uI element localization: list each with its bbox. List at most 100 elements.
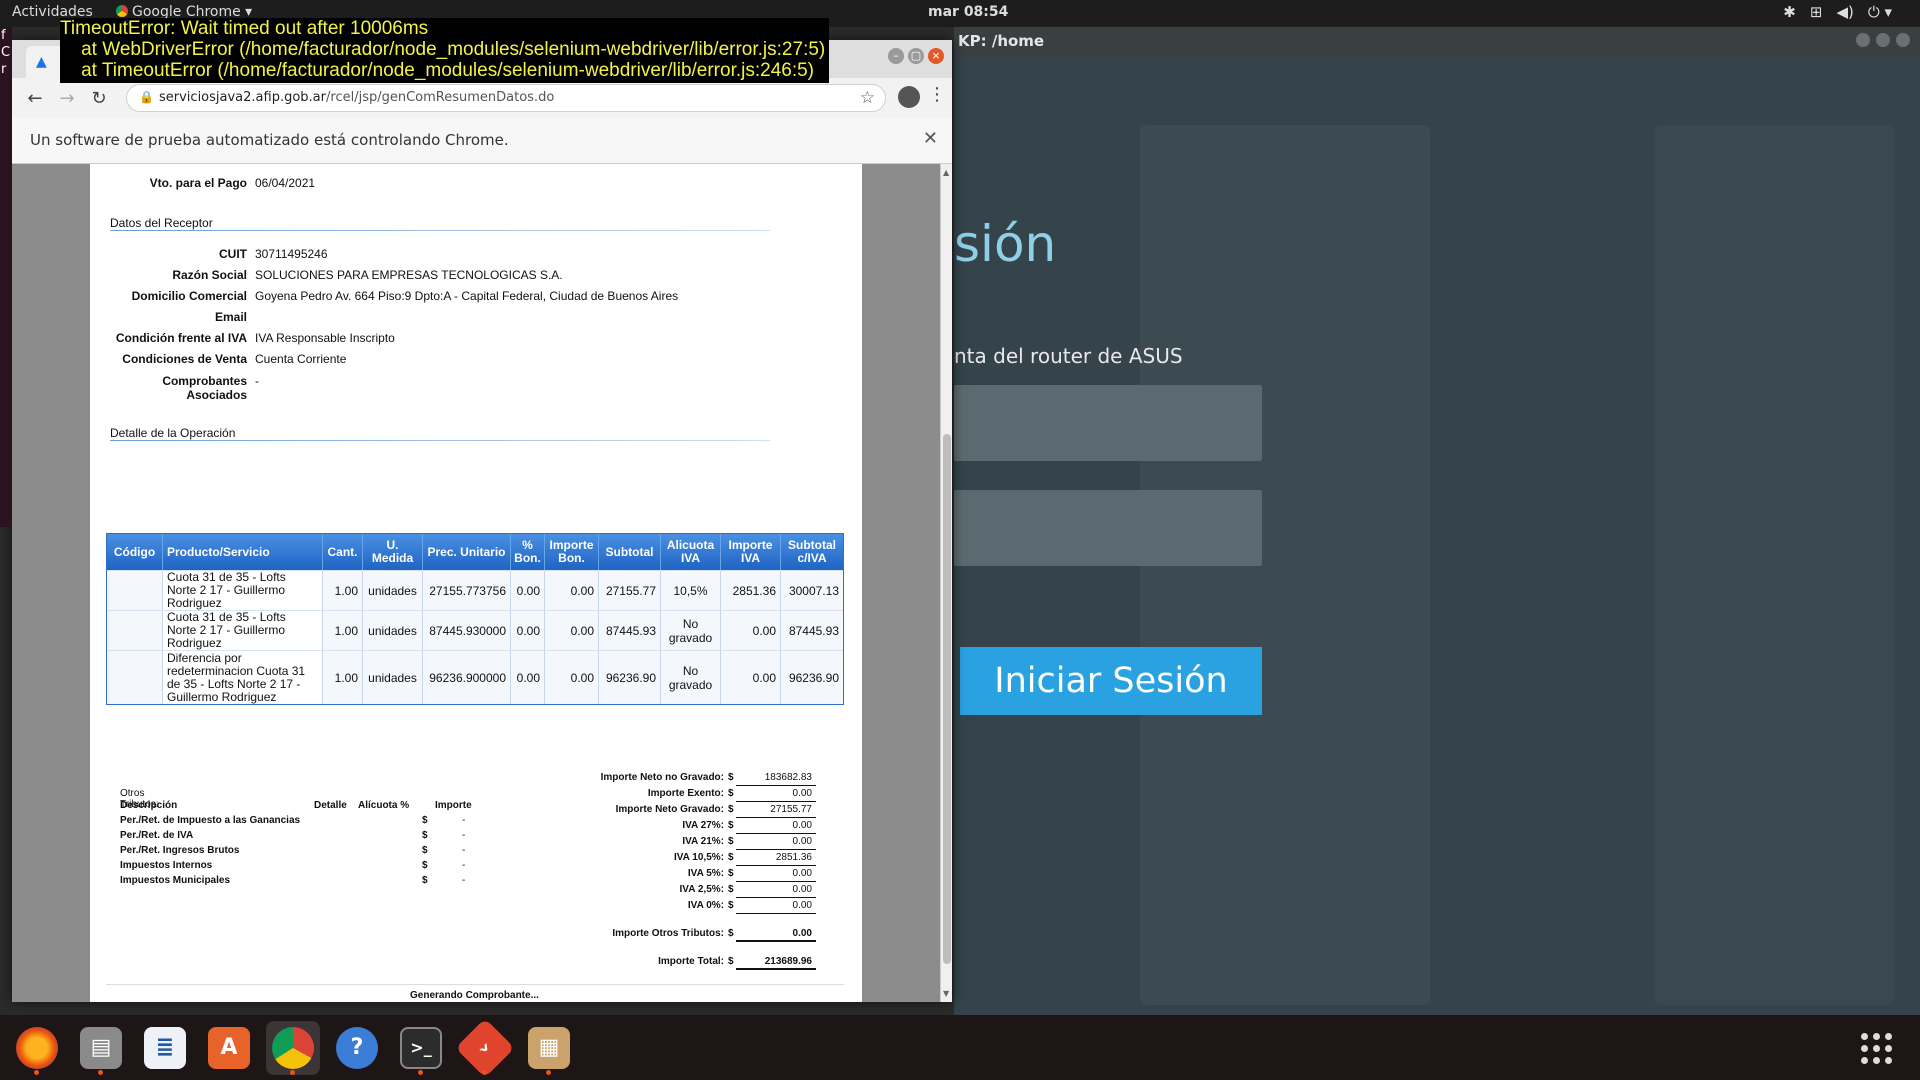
close-icon[interactable]: × (928, 48, 944, 64)
dock-chrome[interactable] (266, 1020, 320, 1075)
total-value: 0.00 (736, 820, 816, 834)
total-value: 0.00 (736, 788, 816, 802)
maximize-icon[interactable] (1876, 33, 1890, 47)
otros-header-cell: Descripción (120, 800, 178, 811)
system-tray[interactable]: ✱ ⊞ ◀) ⏻ ▾ (1783, 3, 1892, 21)
otros-header-cell: Detalle (314, 800, 347, 811)
cell-ibon: 0.00 (545, 651, 599, 704)
total-currency: $ (728, 852, 734, 863)
cell-producto: Cuota 31 de 35 - Lofts Norte 2 17 - Guil… (163, 571, 323, 610)
page-viewport[interactable]: Vto. para el Pago 06/04/2021 Datos del R… (12, 164, 940, 1002)
infobar-message: Un software de prueba automatizado está … (30, 131, 509, 149)
minimize-icon[interactable]: – (888, 48, 904, 64)
clock[interactable]: mar 08:54 (928, 4, 1008, 20)
section-divider (110, 230, 770, 231)
password-field[interactable] (954, 490, 1262, 566)
total-row: Importe Exento: $0.00 (514, 788, 844, 802)
column-header: Código (107, 534, 163, 570)
invoice-summary-page: Vto. para el Pago 06/04/2021 Datos del R… (90, 164, 862, 1002)
otros-row: Impuestos Internos $ - (120, 860, 480, 874)
dock-software[interactable]: A (202, 1021, 256, 1075)
bookmark-star-icon[interactable]: ☆ (860, 88, 875, 108)
back-icon[interactable]: ← (22, 86, 48, 112)
dock-writer[interactable]: ≣ (138, 1021, 192, 1075)
receptor-section-title: Datos del Receptor (110, 216, 213, 230)
receptor-label: Comprobantes Asociados (162, 374, 247, 402)
otros-importe: - (462, 875, 466, 886)
volume-icon[interactable]: ◀) (1836, 3, 1853, 21)
background-window[interactable]: KP: /home sión nta del router de ASUS In… (954, 27, 1920, 1015)
footer-divider (106, 984, 844, 985)
username-field[interactable] (954, 385, 1262, 461)
otros-currency: $ (422, 845, 428, 856)
receptor-label: Razón Social (172, 268, 247, 282)
scrollbar-thumb[interactable] (943, 434, 951, 964)
background-panel (1654, 125, 1894, 1005)
total-value: 0.00 (736, 868, 816, 882)
bluetooth-icon[interactable]: ✱ (1783, 3, 1796, 21)
url-host: serviciosjava2.afip.gob.ar (159, 90, 326, 105)
maximize-icon[interactable]: ▢ (908, 48, 924, 64)
receptor-label: CUIT (219, 247, 247, 261)
total-row: Importe Neto Gravado: $27155.77 (514, 804, 844, 818)
dock-git[interactable]: › (455, 1017, 515, 1078)
dock-firefox[interactable] (10, 1021, 64, 1075)
table-header: Código Producto/Servicio Cant. U. Medida… (107, 534, 843, 570)
otros-total-row: Importe Otros Tributos: $0.00 (514, 928, 844, 942)
cell-subtotal: 27155.77 (599, 571, 661, 610)
cell-pu: 87445.930000 (423, 611, 511, 650)
cell-iiva: 2851.36 (721, 571, 781, 610)
show-applications-icon[interactable] (1861, 1033, 1892, 1064)
chrome-icon (116, 5, 128, 17)
chrome-icon (272, 1026, 314, 1069)
dock-help[interactable]: ? (330, 1021, 384, 1075)
otros-importe: - (462, 830, 466, 841)
otros-header-cell: Alícuota % (358, 800, 410, 811)
column-header: Producto/Servicio (163, 534, 323, 570)
scroll-up-icon[interactable]: ▲ (943, 168, 949, 177)
receptor-value (255, 310, 830, 324)
total-currency: $ (728, 928, 734, 939)
lock-icon[interactable]: 🔒 (139, 90, 154, 104)
total-label: Importe Neto no Gravado: (600, 772, 724, 783)
total-currency: $ (728, 788, 734, 799)
cell-ibon: 0.00 (545, 571, 599, 610)
column-header: Subtotal c/IVA (788, 538, 836, 565)
infobar-close-icon[interactable]: ✕ (923, 128, 938, 149)
login-button[interactable]: Iniciar Sesión (960, 647, 1262, 715)
cell-subtotal: 87445.93 (599, 611, 661, 650)
cell-siva: 96236.90 (781, 651, 843, 704)
dock-terminal[interactable]: >_ (394, 1021, 448, 1075)
cell-producto: Cuota 31 de 35 - Lofts Norte 2 17 - Guil… (163, 611, 323, 650)
chrome-window[interactable]: ▲ – ▢ × ← → ↻ 🔒 serviciosjava2.afip.gob.… (12, 40, 952, 1002)
forward-icon[interactable]: → (54, 86, 80, 112)
total-row: IVA 27%: $0.00 (514, 820, 844, 834)
otros-currency: $ (422, 815, 428, 826)
account-icon[interactable] (898, 86, 920, 108)
total-value: 0.00 (736, 884, 816, 898)
receptor-row: Condición frente al IVA IVA Responsable … (90, 331, 830, 345)
cell-alicuota: No gravado (661, 611, 721, 650)
reload-icon[interactable]: ↻ (86, 86, 112, 112)
network-icon[interactable]: ⊞ (1810, 3, 1823, 21)
column-header: Importe IVA (721, 534, 781, 570)
page-scrollbar[interactable]: ▲ ▼ (940, 164, 952, 1002)
dock-files[interactable]: ▤ (74, 1021, 128, 1075)
chrome-menu-icon[interactable]: ⋮ (928, 84, 946, 105)
scroll-down-icon[interactable]: ▼ (943, 989, 949, 998)
running-indicator (34, 1069, 39, 1075)
close-icon[interactable] (1896, 33, 1910, 47)
help-icon: ? (336, 1026, 378, 1069)
column-header: Subtotal (599, 534, 661, 570)
error-line: at TimeoutError (/home/facturador/node_m… (60, 60, 815, 81)
chrome-toolbar: ← → ↻ 🔒 serviciosjava2.afip.gob.ar/rcel/… (12, 78, 952, 118)
dock-archive[interactable]: ▦ (522, 1021, 576, 1075)
otros-desc: Per./Ret. de Impuesto a las Ganancias (120, 815, 301, 826)
receptor-label: Condición frente al IVA (115, 331, 247, 345)
background-window-titlebar[interactable]: KP: /home (954, 27, 1920, 55)
minimize-icon[interactable] (1856, 33, 1870, 47)
section-divider (110, 440, 770, 441)
total-label: Importe Neto Gravado: (615, 804, 724, 815)
power-icon[interactable]: ⏻ ▾ (1868, 3, 1892, 21)
address-bar[interactable]: 🔒 serviciosjava2.afip.gob.ar/rcel/jsp/ge… (126, 84, 886, 112)
